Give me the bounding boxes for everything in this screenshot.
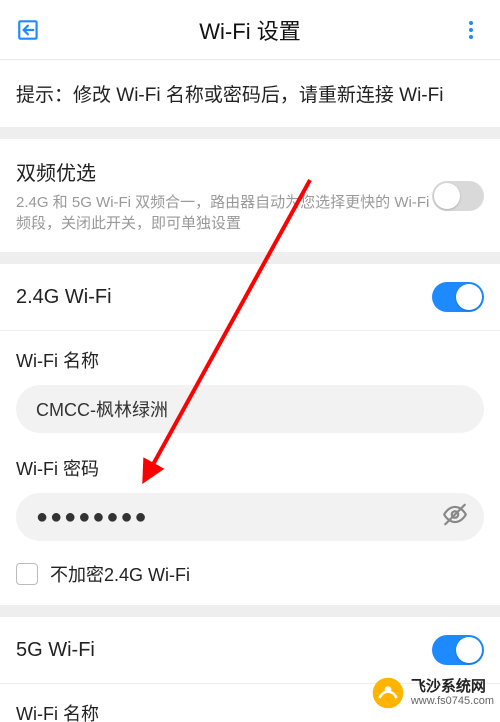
toggle-password-visibility-button[interactable] <box>442 502 468 533</box>
wifi-name-24g-value: CMCC-枫林绿洲 <box>36 396 168 422</box>
more-button[interactable] <box>454 13 488 47</box>
tip-text: 提示：修改 Wi-Fi 名称或密码后，请重新连接 Wi-Fi <box>0 60 500 139</box>
back-button[interactable] <box>12 13 46 47</box>
unencrypted-24g-checkbox[interactable] <box>16 563 38 585</box>
watermark: 飞沙系统网 www.fs0745.com <box>371 676 494 710</box>
band-5g-row: 5G Wi-Fi <box>0 617 500 684</box>
band-24g-toggle[interactable] <box>432 282 484 312</box>
band-5g-title: 5G Wi-Fi <box>16 639 432 662</box>
dual-band-sub: 2.4G 和 5G Wi-Fi 双频合一，路由器自动为您选择更快的 Wi-Fi … <box>16 192 432 234</box>
wifi-pwd-24g-input[interactable]: ●●●●●●●● <box>16 493 484 541</box>
back-icon <box>16 17 42 43</box>
wifi-name-24g-input[interactable]: CMCC-枫林绿洲 <box>16 385 484 433</box>
header-bar: Wi-Fi 设置 <box>0 0 500 60</box>
band-24g-row: 2.4G Wi-Fi <box>0 264 500 331</box>
watermark-logo-icon <box>371 676 405 710</box>
dual-band-section: 双频优选 2.4G 和 5G Wi-Fi 双频合一，路由器自动为您选择更快的 W… <box>0 139 500 252</box>
more-vertical-icon <box>459 18 483 42</box>
wifi-pwd-24g-label: Wi-Fi 密码 <box>16 455 484 481</box>
dual-band-title: 双频优选 <box>16 157 432 186</box>
band-24g-title: 2.4G Wi-Fi <box>16 286 432 309</box>
dual-band-row: 双频优选 2.4G 和 5G Wi-Fi 双频合一，路由器自动为您选择更快的 W… <box>0 139 500 252</box>
wifi-settings-screen: Wi-Fi 设置 提示：修改 Wi-Fi 名称或密码后，请重新连接 Wi-Fi … <box>0 0 500 722</box>
dual-band-toggle[interactable] <box>432 181 484 211</box>
eye-off-icon <box>442 502 468 528</box>
page-title: Wi-Fi 设置 <box>199 14 300 46</box>
unencrypted-24g-row[interactable]: 不加密2.4G Wi-Fi <box>0 547 500 605</box>
watermark-title: 飞沙系统网 <box>411 679 494 696</box>
wifi-pwd-24g-block: Wi-Fi 密码 ●●●●●●●● <box>0 439 500 547</box>
wifi-name-24g-block: Wi-Fi 名称 CMCC-枫林绿洲 <box>0 331 500 439</box>
section-gap <box>0 605 500 617</box>
watermark-url: www.fs0745.com <box>411 695 494 707</box>
wifi-pwd-24g-masked: ●●●●●●●● <box>36 506 149 529</box>
band-5g-toggle[interactable] <box>432 635 484 665</box>
band-24g-section: 2.4G Wi-Fi Wi-Fi 名称 CMCC-枫林绿洲 Wi-Fi 密码 ●… <box>0 264 500 605</box>
wifi-name-24g-label: Wi-Fi 名称 <box>16 347 484 373</box>
section-gap <box>0 252 500 264</box>
unencrypted-24g-label: 不加密2.4G Wi-Fi <box>50 561 190 587</box>
